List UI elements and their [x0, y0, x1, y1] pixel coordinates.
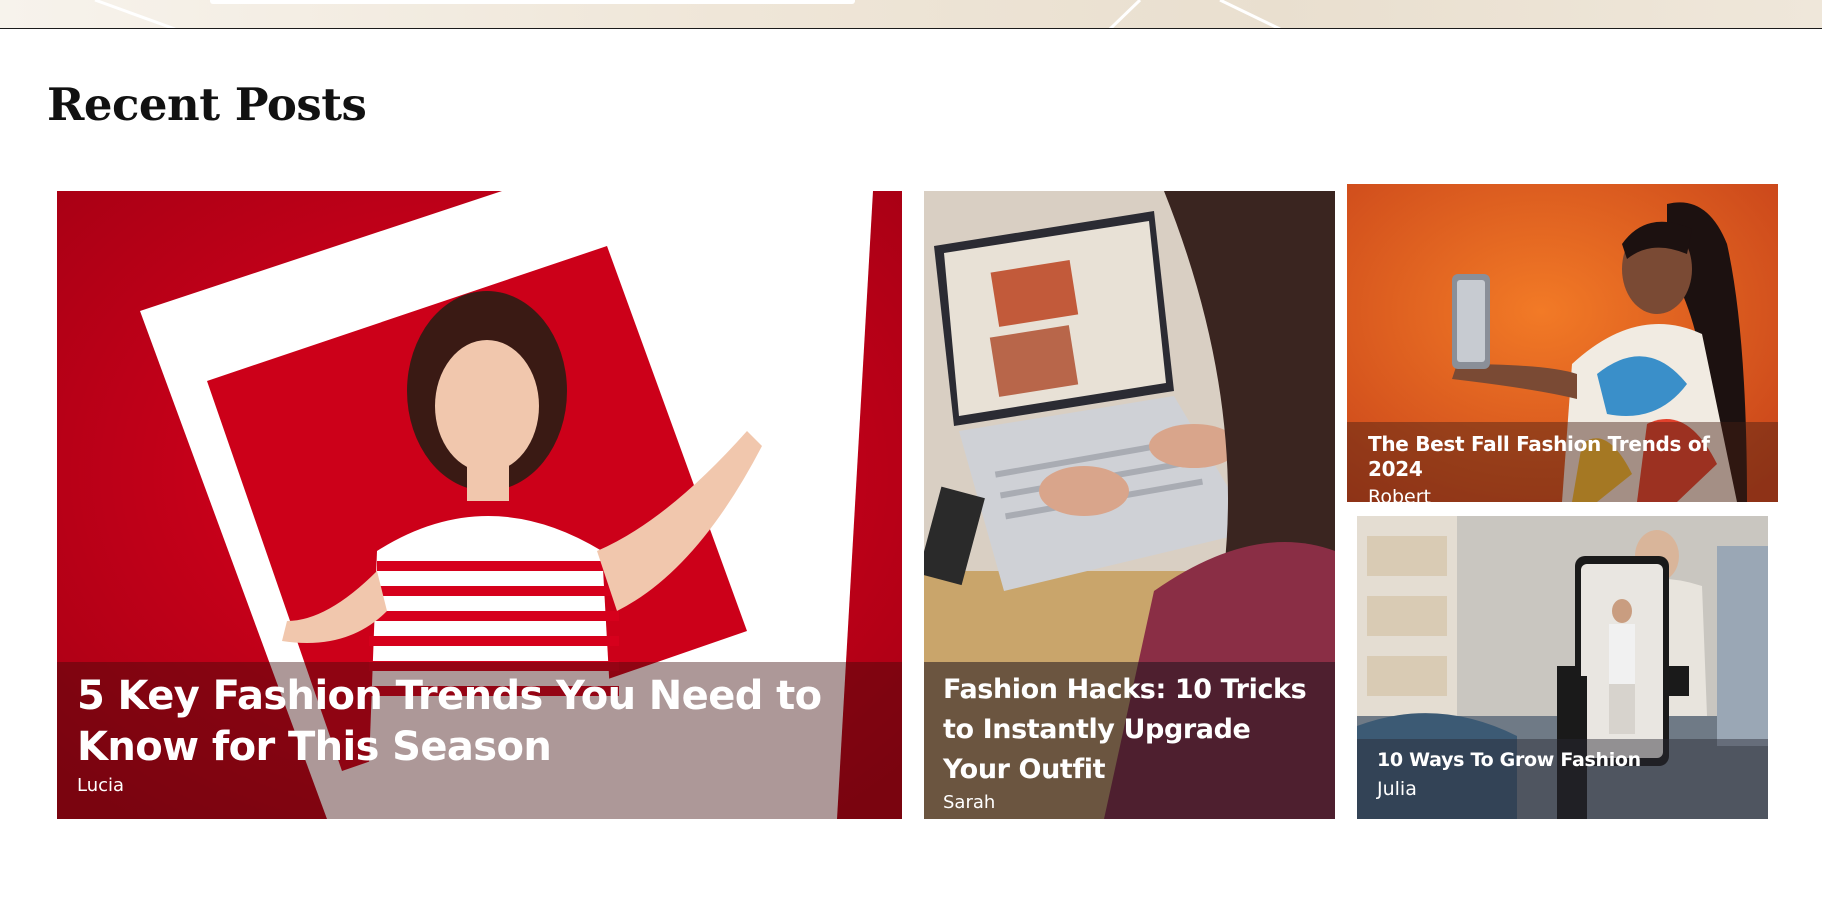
- post-author: Julia: [1377, 778, 1417, 800]
- top-banner: [0, 0, 1822, 29]
- post-card-3[interactable]: The Best Fall Fashion Trends of 2024 Rob…: [1347, 184, 1778, 502]
- post-overlay: 5 Key Fashion Trends You Need to Know fo…: [57, 662, 902, 819]
- post-author: Lucia: [77, 775, 125, 796]
- banner-decoration: [94, 0, 1281, 28]
- post-title[interactable]: Fashion Hacks: 10 Tricks to Instantly Up…: [943, 670, 1316, 790]
- section-title: Recent Posts: [47, 78, 367, 131]
- post-title[interactable]: 10 Ways To Grow Fashion: [1377, 749, 1748, 772]
- post-overlay: Fashion Hacks: 10 Tricks to Instantly Up…: [924, 662, 1335, 819]
- post-author: Robert: [1368, 486, 1431, 502]
- post-author: Sarah: [943, 792, 996, 813]
- post-overlay: 10 Ways To Grow Fashion Julia: [1357, 739, 1768, 819]
- post-title[interactable]: The Best Fall Fashion Trends of 2024: [1368, 432, 1757, 482]
- post-title[interactable]: 5 Key Fashion Trends You Need to Know fo…: [77, 671, 882, 773]
- post-card-2[interactable]: Fashion Hacks: 10 Tricks to Instantly Up…: [924, 191, 1335, 819]
- post-overlay: The Best Fall Fashion Trends of 2024 Rob…: [1347, 422, 1778, 502]
- post-card-4[interactable]: 10 Ways To Grow Fashion Julia: [1357, 516, 1768, 819]
- post-card-1[interactable]: 5 Key Fashion Trends You Need to Know fo…: [57, 191, 902, 819]
